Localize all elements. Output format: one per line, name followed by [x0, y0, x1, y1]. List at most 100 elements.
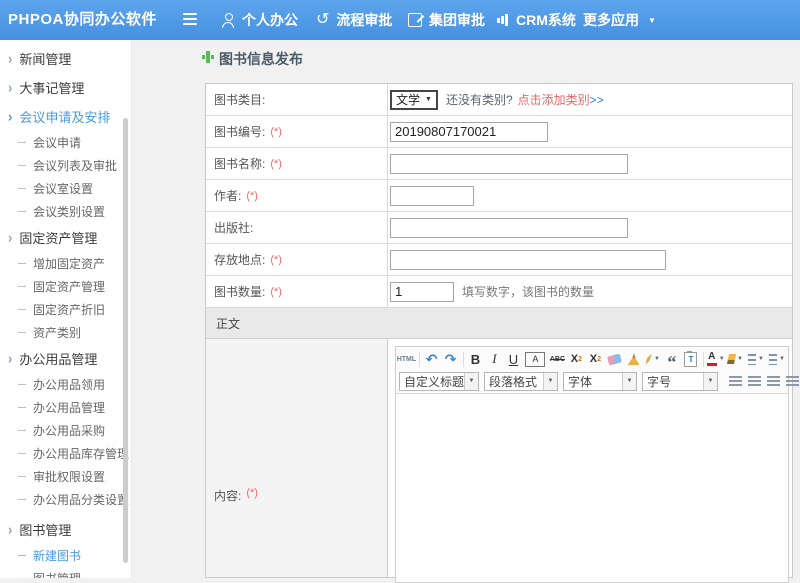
sidebar-item-supplies-inventory[interactable]: — 办公用品库存管理 [0, 442, 131, 465]
dash-icon: — [18, 305, 26, 315]
sidebar-item-label: 会议申请 [33, 134, 81, 151]
sidebar-item-label: 会议列表及审批 [33, 157, 117, 174]
required-mark: (*) [270, 126, 282, 138]
italic-button[interactable]: I [487, 350, 501, 368]
nav-group-approval[interactable]: 集团审批 [408, 0, 485, 40]
dash-icon: — [18, 403, 26, 413]
subscript-button[interactable]: X2 [588, 350, 602, 368]
dash-icon: — [18, 184, 26, 194]
book-name-input[interactable] [390, 154, 628, 174]
sidebar-item-meeting-category[interactable]: — 会议类别设置 [0, 200, 131, 223]
sidebar-item-label: 新闻管理 [19, 49, 71, 68]
border-text-button[interactable]: A [525, 352, 545, 367]
underline-button[interactable]: U [506, 350, 520, 368]
unordered-list-button[interactable]: ▼ [769, 350, 785, 368]
sidebar-item-asset-category[interactable]: — 资产类别 [0, 321, 131, 344]
sidebar-item-asset-manage[interactable]: — 固定资产管理 [0, 275, 131, 298]
sidebar-item-supplies-purchase[interactable]: — 办公用品采购 [0, 419, 131, 442]
redo-button[interactable]: ↷ [444, 350, 458, 368]
chevron-right-icon: › [8, 351, 12, 365]
sidebar-item-supplies-category[interactable]: — 办公用品分类设置 [0, 488, 131, 511]
bold-button[interactable]: B [468, 350, 482, 368]
add-category-link[interactable]: 点击添加类别 [518, 91, 590, 108]
sidebar-group-meeting[interactable]: › 会议申请及安排 [0, 102, 131, 131]
remove-format-button[interactable] [607, 350, 621, 368]
blockquote-button[interactable]: “ [665, 346, 679, 372]
sidebar-item-label: 办公用品采购 [33, 422, 105, 439]
unordered-list-icon [769, 354, 777, 365]
editor-content-area[interactable] [396, 394, 788, 554]
publisher-input[interactable] [390, 218, 628, 238]
sidebar-item-label: 会议类别设置 [33, 203, 105, 220]
nav-personal-office[interactable]: 个人办公 [222, 0, 298, 40]
sidebar-item-approval-permission[interactable]: — 审批权限设置 [0, 465, 131, 488]
required-mark: (*) [270, 158, 282, 170]
sidebar-item-supplies-manage[interactable]: — 办公用品管理 [0, 396, 131, 419]
paste-text-button[interactable]: T [684, 350, 698, 368]
chevron-down-icon: ▼ [425, 96, 432, 103]
sidebar-group-news[interactable]: › 新闻管理 [0, 44, 131, 73]
align-justify-button[interactable] [785, 372, 799, 390]
quantity-input[interactable] [390, 282, 454, 302]
strikethrough-button[interactable]: ABC [550, 350, 564, 368]
align-center-button[interactable] [747, 372, 761, 390]
font-color-button[interactable]: A▼ [709, 350, 723, 368]
book-code-input[interactable] [390, 122, 548, 142]
sidebar-item-label: 办公用品领用 [33, 376, 105, 393]
author-input[interactable] [390, 186, 474, 206]
nav-more-apps[interactable]: 更多应用 ▼ [583, 0, 656, 40]
sidebar-scrollbar[interactable] [123, 118, 128, 563]
align-right-button[interactable] [766, 372, 780, 390]
sidebar-item-meeting-apply[interactable]: — 会议申请 [0, 131, 131, 154]
table-row: 图书名称: (*) [206, 148, 792, 180]
highlight-color-button[interactable]: ▼ [728, 350, 743, 368]
ordered-list-button[interactable]: ▼ [748, 350, 764, 368]
sidebar-item-label: 资产类别 [33, 324, 81, 341]
category-select[interactable]: 文学 ▼ [390, 90, 438, 110]
nav-process-approval[interactable]: ↺ 流程审批 [316, 0, 392, 40]
sidebar-item-label: 固定资产折旧 [33, 301, 105, 318]
menu-toggle-icon[interactable] [183, 13, 198, 27]
nav-crm-system[interactable]: CRM系统 [497, 0, 576, 40]
required-mark: (*) [270, 254, 282, 266]
superscript-button[interactable]: X2 [569, 350, 583, 368]
nav-label: 更多应用 [583, 10, 639, 30]
source-code-button[interactable]: HTML [399, 350, 414, 368]
font-size-dropdown[interactable]: 字号▼ [642, 372, 718, 391]
chart-icon [497, 14, 509, 26]
dash-icon: — [18, 551, 26, 561]
content-label: 内容: (*) [206, 339, 388, 577]
undo-button[interactable]: ↶ [425, 350, 439, 368]
publisher-label: 出版社: [206, 212, 388, 243]
table-row: 内容: (*) HTML ↶ ↷ B I U A AB [206, 339, 792, 577]
sidebar-group-office-supplies[interactable]: › 办公用品管理 [0, 344, 131, 373]
name-label: 图书名称: (*) [206, 148, 388, 179]
sidebar-item-meeting-room[interactable]: — 会议室设置 [0, 177, 131, 200]
paragraph-format-dropdown[interactable]: 段落格式▼ [484, 372, 558, 391]
location-input[interactable] [390, 250, 666, 270]
align-center-icon [748, 376, 761, 386]
sidebar-group-memorabilia[interactable]: › 大事记管理 [0, 73, 131, 102]
sidebar-item-new-book[interactable]: — 新建图书 [0, 544, 131, 567]
chevron-down-icon: ▼ [654, 356, 660, 362]
body-section-header: 正文 [206, 308, 792, 339]
add-category-arrows[interactable]: >> [590, 93, 604, 107]
clear-doc-button[interactable] [626, 350, 640, 368]
sidebar-item-label: 图书管理 [19, 520, 71, 539]
heading-dropdown[interactable]: 自定义标题▼ [399, 372, 479, 391]
sidebar-item-add-asset[interactable]: — 增加固定资产 [0, 252, 131, 275]
format-brush-button[interactable]: ▼ [645, 350, 660, 368]
top-navbar: PHPOA协同办公软件 个人办公 ↺ 流程审批 集团审批 CRM系统 更多应用 … [0, 0, 800, 40]
chevron-down-icon: ▼ [719, 356, 725, 362]
sidebar-group-books[interactable]: › 图书管理 [0, 515, 131, 544]
font-family-dropdown[interactable]: 字体▼ [563, 372, 637, 391]
sidebar-item-book-manage[interactable]: — 图书管理 [0, 567, 131, 578]
align-left-button[interactable] [728, 372, 742, 390]
align-justify-icon [786, 376, 799, 386]
dash-icon: — [18, 207, 26, 217]
sidebar-group-fixed-assets[interactable]: › 固定资产管理 [0, 223, 131, 252]
sidebar-item-meeting-list[interactable]: — 会议列表及审批 [0, 154, 131, 177]
book-form: 图书类目: 文学 ▼ 还没有类别? 点击添加类别 >> 图书编号: (*) 图书… [205, 83, 793, 578]
sidebar-item-supplies-claim[interactable]: — 办公用品领用 [0, 373, 131, 396]
sidebar-item-asset-depreciation[interactable]: — 固定资产折旧 [0, 298, 131, 321]
